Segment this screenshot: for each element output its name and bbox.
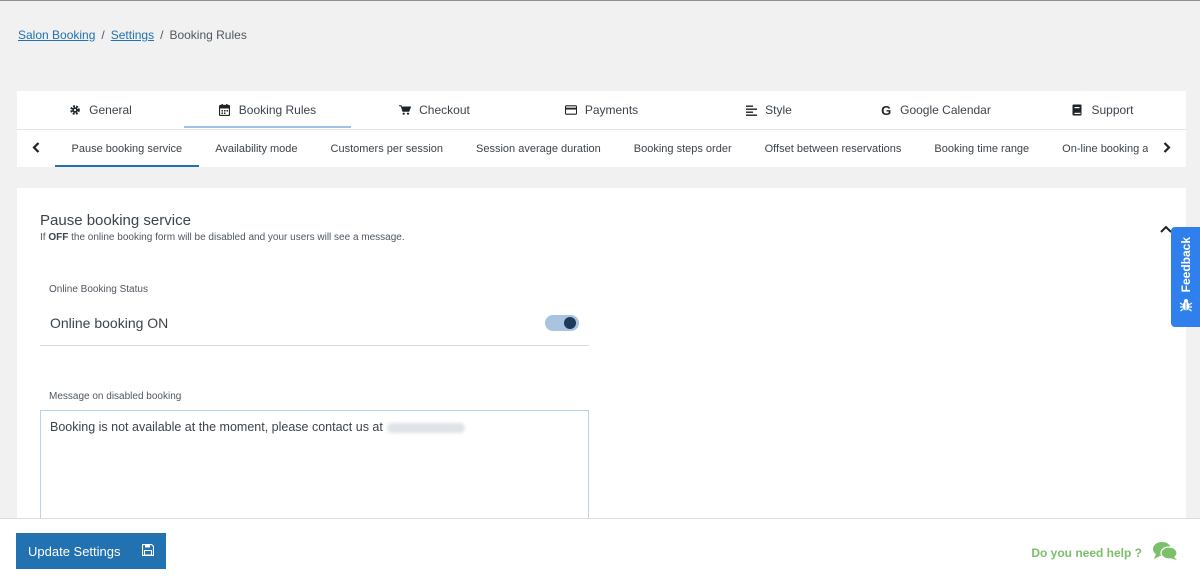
tab-label: Support	[1091, 103, 1134, 117]
chevron-left-icon	[32, 140, 40, 158]
sub-tab-list: Pause booking service Availability mode …	[55, 130, 1148, 167]
main-tabs: General Booking Rules Checkout Payments …	[17, 91, 1186, 129]
section-title: Pause booking service	[40, 212, 191, 229]
tab-label: Checkout	[419, 103, 470, 117]
online-booking-status-row: Online booking ON	[40, 300, 589, 346]
breadcrumb-separator: /	[160, 28, 164, 42]
save-icon	[141, 543, 155, 559]
help-label: Do you need help ?	[1031, 545, 1142, 560]
feedback-label: Feedback	[1178, 236, 1193, 293]
tab-support[interactable]: Support	[1019, 91, 1186, 129]
toggle-knob	[564, 316, 576, 329]
online-booking-toggle[interactable]	[545, 314, 579, 331]
breadcrumb-separator: /	[101, 28, 105, 42]
subtab-booking-steps-order[interactable]: Booking steps order	[617, 130, 748, 167]
tab-label: Style	[765, 103, 792, 117]
breadcrumb-link-settings[interactable]: Settings	[111, 28, 154, 42]
online-booking-status-label: Online Booking Status	[49, 284, 148, 295]
scroll-left-button[interactable]	[17, 130, 55, 167]
subtab-offset-between-reservations[interactable]: Offset between reservations	[748, 130, 918, 167]
tab-general[interactable]: General	[17, 91, 184, 129]
subtab-booking-time-range[interactable]: Booking time range	[918, 130, 1046, 167]
align-left-icon	[745, 104, 757, 116]
sub-tabs: Pause booking service Availability mode …	[17, 129, 1186, 167]
google-icon: G	[881, 102, 892, 118]
tab-style[interactable]: Style	[685, 91, 852, 129]
chat-bubbles-icon	[1152, 541, 1178, 564]
tab-payments[interactable]: Payments	[518, 91, 685, 129]
tab-label: Booking Rules	[238, 103, 317, 117]
scroll-right-button[interactable]	[1148, 130, 1186, 167]
subtab-customers-per-session[interactable]: Customers per session	[314, 130, 460, 167]
gear-icon	[69, 104, 81, 116]
breadcrumb-link-salon-booking[interactable]: Salon Booking	[18, 28, 95, 42]
help-link[interactable]: Do you need help ?	[1031, 541, 1178, 564]
update-settings-button[interactable]: Update Settings	[16, 533, 166, 569]
calendar-icon	[219, 104, 231, 116]
bug-icon	[1179, 298, 1193, 317]
chevron-right-icon	[1163, 140, 1171, 158]
disabled-message-label: Message on disabled booking	[49, 391, 182, 402]
tab-checkout[interactable]: Checkout	[351, 91, 518, 129]
subtab-pause-booking-service[interactable]: Pause booking service	[55, 130, 199, 167]
book-icon	[1071, 104, 1083, 116]
subtab-session-average-duration[interactable]: Session average duration	[460, 130, 618, 167]
cart-icon	[399, 104, 412, 116]
disabled-message-text: Booking is not available at the moment, …	[50, 420, 383, 434]
tab-label: Google Calendar	[900, 103, 991, 117]
section-description: If OFF the online booking form will be d…	[40, 232, 405, 243]
subtab-online-booking-available-days[interactable]: On-line booking available da	[1046, 130, 1148, 167]
online-booking-status-value: Online booking ON	[50, 314, 169, 331]
credit-card-icon	[564, 104, 577, 116]
tab-google-calendar[interactable]: G Google Calendar	[852, 91, 1019, 129]
tab-label: Payments	[584, 103, 639, 117]
update-settings-label: Update Settings	[28, 543, 121, 559]
tab-label: General	[89, 103, 132, 117]
bottom-bar: Update Settings Do you need help ?	[0, 518, 1200, 577]
tab-booking-rules[interactable]: Booking Rules	[184, 91, 351, 129]
settings-card: Pause booking service If OFF the online …	[17, 188, 1186, 530]
feedback-tab[interactable]: Feedback	[1171, 227, 1200, 327]
redacted-email	[386, 422, 465, 433]
disabled-message-textarea[interactable]: Booking is not available at the moment, …	[40, 410, 589, 530]
breadcrumb: Salon Booking / Settings / Booking Rules	[18, 28, 247, 42]
subtab-availability-mode[interactable]: Availability mode	[199, 130, 314, 167]
breadcrumb-current: Booking Rules	[169, 28, 247, 42]
